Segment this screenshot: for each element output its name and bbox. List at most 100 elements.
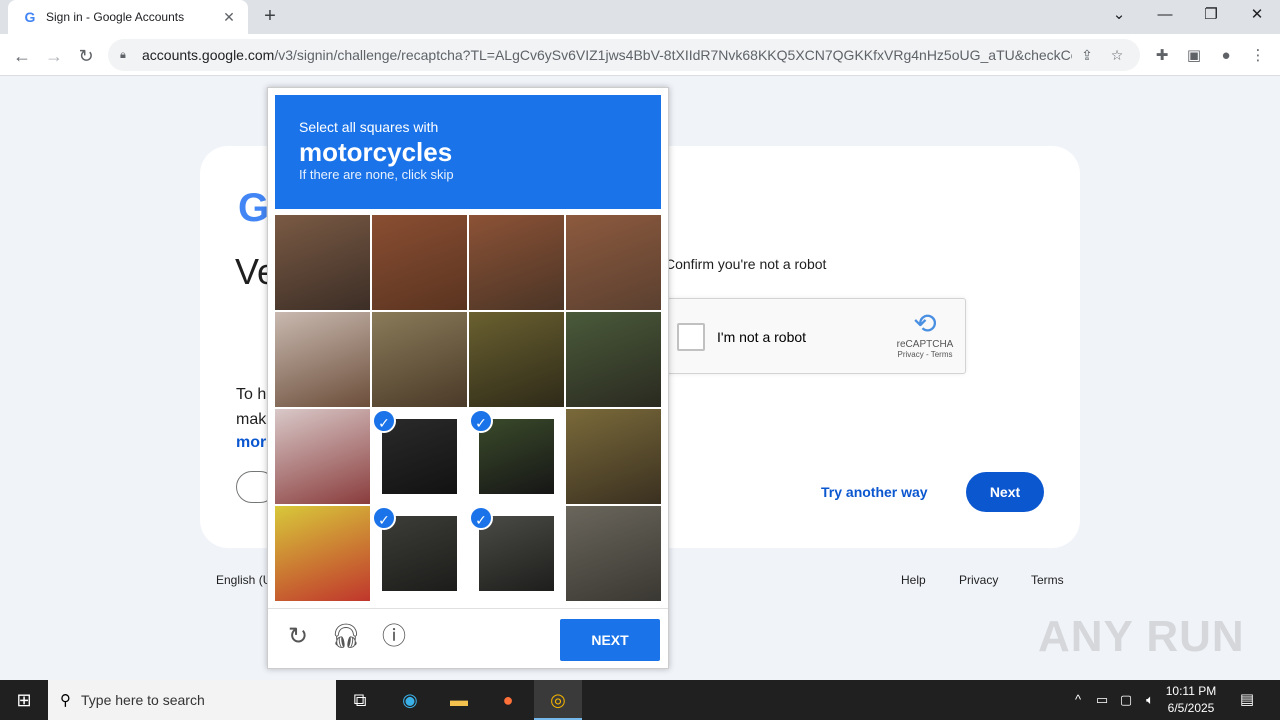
tile-image [566,506,661,601]
tile-image [275,312,370,407]
google-logo: G [238,186,270,230]
forward-icon[interactable]: → [40,42,68,70]
close-window-icon[interactable]: ✕ [1234,0,1280,32]
challenge-tile-5[interactable] [275,312,370,407]
browser-toolbar: ← → ↻ 🔒︎ accounts.google.com/v3/signin/c… [0,34,1280,76]
tile-image [275,506,370,601]
chrome-icon[interactable]: ◎ [534,680,582,720]
tab-search-icon[interactable]: ⌄ [1096,0,1142,32]
reload-challenge-icon[interactable]: ↻ [282,621,314,653]
extensions-icon[interactable]: ✚ [1149,43,1175,69]
taskbar-search[interactable]: ⚲ Type here to search [48,680,336,720]
footer-privacy-link[interactable]: Privacy [959,573,998,587]
challenge-tile-12[interactable] [566,409,661,504]
tab-bar: G Sign in - Google Accounts ✕ + ⌄ — ❐ ✕ [0,0,1280,34]
tile-image [382,516,457,591]
challenge-tile-14[interactable]: ✓ [372,506,467,601]
profile-icon[interactable]: ● [1213,43,1239,69]
firefox-icon[interactable]: ● [484,680,532,720]
google-favicon-icon: G [24,9,36,25]
challenge-tile-8[interactable] [566,312,661,407]
search-placeholder: Type here to search [81,692,205,708]
challenge-tile-6[interactable] [372,312,467,407]
restore-icon[interactable]: ❐ [1188,0,1234,32]
challenge-footer: ↻ 🎧︎ ⓘ NEXT [268,608,668,668]
challenge-image-grid: ✓ ✓ ✓ ✓ [275,215,661,601]
menu-icon[interactable]: ⋮ [1245,43,1271,69]
tile-image [382,419,457,494]
tray-app-icon[interactable]: ▭ [1092,691,1112,709]
volume-icon[interactable]: 🔈︎ [1140,691,1160,709]
language-selector[interactable]: English (U [216,573,271,587]
taskbar-clock[interactable]: 10:11 PM 6/5/2025 [1160,683,1222,717]
challenge-hint: If there are none, click skip [299,167,454,182]
next-button[interactable]: Next [966,472,1044,512]
description-line-2: mak [236,411,267,428]
challenge-tile-15[interactable]: ✓ [469,506,564,601]
footer-terms-link[interactable]: Terms [1031,573,1064,587]
tile-image [469,312,564,407]
task-view-icon[interactable]: ⧉ [336,680,384,720]
search-icon: ⚲ [60,692,71,709]
windows-taskbar: ⊞ ⚲ Type here to search ⧉ ◉ ▬ ● ◎ ^ ▭ ▢ … [0,680,1280,720]
star-icon[interactable]: ☆ [1102,47,1132,64]
file-explorer-icon[interactable]: ▬ [435,680,483,720]
clock-date: 6/5/2025 [1167,701,1215,715]
minimize-icon[interactable]: — [1142,0,1188,32]
tile-image [275,215,370,310]
reload-icon[interactable]: ↻ [72,42,100,70]
address-bar[interactable]: 🔒︎ accounts.google.com/v3/signin/challen… [108,39,1140,71]
back-icon[interactable]: ← [8,42,36,70]
footer-help-link[interactable]: Help [901,573,926,587]
lock-icon[interactable]: 🔒︎ [120,49,134,62]
tile-image [372,215,467,310]
tray-chevron-icon[interactable]: ^ [1068,691,1088,709]
challenge-tile-2[interactable] [372,215,467,310]
windows-start-icon[interactable]: ⊞ [0,680,48,720]
description-line-1: To h [236,386,267,403]
challenge-instruction: Select all squares with [299,119,439,135]
new-tab-button[interactable]: + [258,5,282,29]
challenge-tile-1[interactable] [275,215,370,310]
tile-image [566,215,661,310]
url-path: /v3/signin/challenge/recaptcha?TL=ALgCv6… [274,47,1072,63]
network-icon[interactable]: ▢ [1116,691,1136,709]
challenge-target: motorcycles [299,137,453,167]
challenge-next-button[interactable]: NEXT [560,619,660,661]
learn-more-link[interactable]: mor [236,434,266,452]
tile-image [566,312,661,407]
challenge-tile-16[interactable] [566,506,661,601]
sidepanel-icon[interactable]: ▣ [1181,43,1207,69]
challenge-tile-3[interactable] [469,215,564,310]
browser-tab[interactable]: G Sign in - Google Accounts ✕ [8,0,248,34]
url-text[interactable]: accounts.google.com/v3/signin/challenge/… [142,47,1072,63]
tile-check-icon: ✓ [469,409,493,433]
tile-check-icon: ✓ [372,506,396,530]
try-another-way-link[interactable]: Try another way [821,484,928,500]
tile-image [372,312,467,407]
tab-close-icon[interactable]: ✕ [220,9,238,26]
clock-time: 10:11 PM [1165,684,1217,698]
notification-icon[interactable]: ▤ [1232,680,1262,720]
challenge-tile-9[interactable] [275,409,370,504]
challenge-tile-10[interactable]: ✓ [372,409,467,504]
confirm-text: Confirm you're not a robot [665,256,827,272]
challenge-tile-4[interactable] [566,215,661,310]
edge-icon[interactable]: ◉ [386,680,434,720]
challenge-tile-7[interactable] [469,312,564,407]
audio-challenge-icon[interactable]: 🎧︎ [330,621,362,653]
recaptcha-widget: I'm not a robot ⟲ reCAPTCHA Privacy - Te… [666,298,966,374]
challenge-tile-13[interactable] [275,506,370,601]
challenge-header: Select all squares with motorcycles If t… [275,95,661,209]
recaptcha-checkbox[interactable] [677,323,705,351]
recaptcha-links[interactable]: Privacy - Terms [895,350,955,359]
tile-image [275,409,370,504]
info-icon[interactable]: ⓘ [378,621,410,653]
anyrun-watermark: ANY RUN [1038,612,1245,661]
challenge-tile-11[interactable]: ✓ [469,409,564,504]
share-icon[interactable]: ⇪ [1072,47,1102,64]
tile-image [566,409,661,504]
tile-image [479,419,554,494]
tile-image [479,516,554,591]
tile-check-icon: ✓ [469,506,493,530]
